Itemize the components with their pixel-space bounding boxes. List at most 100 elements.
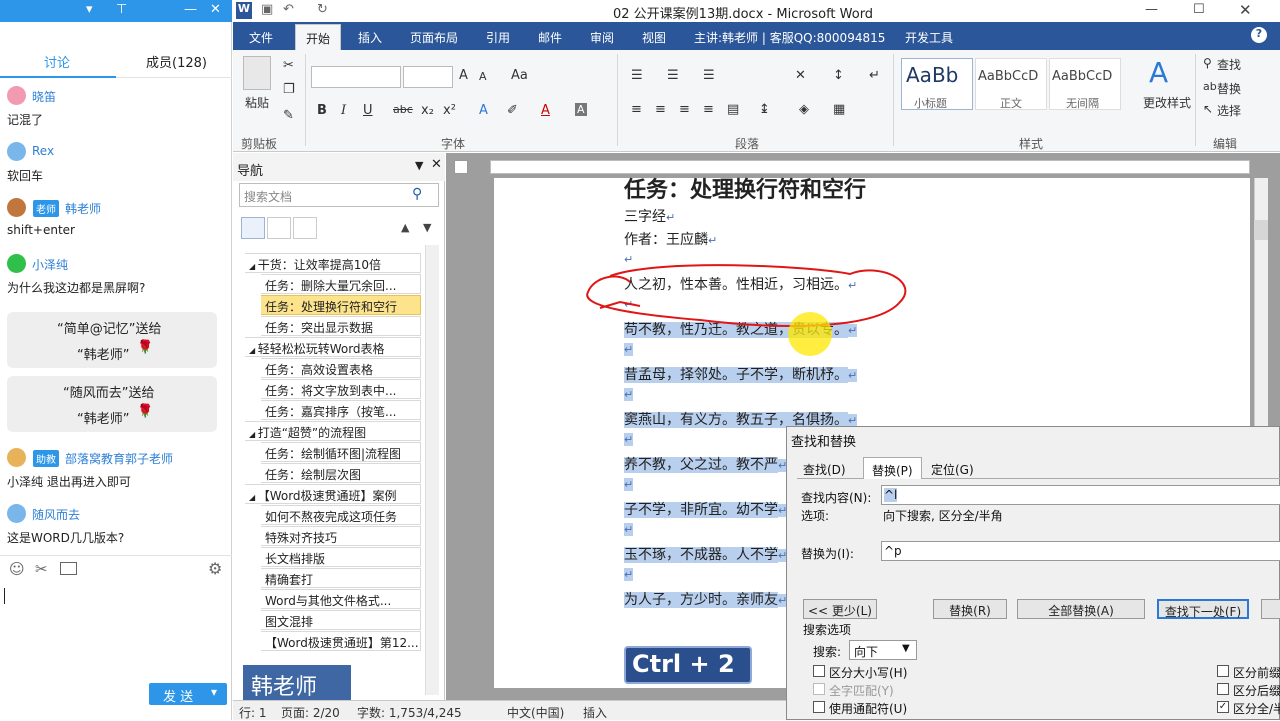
replace-icon[interactable]: ab [1203, 80, 1217, 93]
replace-with-input[interactable]: ^p [881, 541, 1280, 561]
nav-heading-item[interactable]: 任务：高效设置表格 [261, 358, 421, 378]
status-line[interactable]: 行: 1 [239, 704, 267, 721]
headings-view-icon[interactable] [241, 217, 265, 239]
font-color-icon[interactable]: A [541, 103, 550, 118]
font-name-select[interactable] [311, 66, 401, 88]
status-insert-mode[interactable]: 插入 [583, 704, 607, 721]
tab-insert[interactable]: 插入 [358, 29, 382, 46]
subscript-icon[interactable]: x₂ [421, 103, 434, 118]
chevron-down-icon[interactable]: ▾ [211, 685, 217, 699]
line-spacing-icon[interactable]: ↨ [759, 102, 770, 117]
nav-heading-item[interactable]: ◢ 【Word极速贯通班】案例 [245, 484, 421, 504]
replace-button[interactable]: 替换(R) [933, 599, 1007, 619]
bold-icon[interactable]: B [317, 103, 327, 118]
chinese-layout-icon[interactable]: ✕ [795, 68, 806, 83]
collapse-icon[interactable]: ▾ [86, 2, 93, 17]
copy-icon[interactable]: ❐ [283, 82, 295, 97]
borders-icon[interactable]: ▦ [833, 102, 845, 117]
emoji-icon[interactable]: ☺ [9, 560, 25, 578]
change-styles-icon[interactable]: A [1149, 56, 1168, 89]
nav-heading-item[interactable]: 任务：绘制循环图|流程图 [261, 442, 421, 462]
nav-heading-item[interactable]: 精确套打 [261, 568, 421, 588]
replace-all-button[interactable]: 全部替换(A) [1017, 599, 1145, 619]
pin-icon[interactable]: ⊤ [116, 2, 127, 17]
chevron-down-icon[interactable]: ▼ [902, 643, 910, 654]
status-wordcount[interactable]: 字数: 1,753/4,245 [357, 704, 462, 721]
underline-icon[interactable]: U [363, 103, 373, 118]
tab-view[interactable]: 视图 [642, 29, 666, 46]
nav-heading-item[interactable]: ◢ 打造“超赞”的流程图 [245, 421, 421, 441]
align-right-icon[interactable]: ≡ [679, 102, 690, 117]
nav-heading-item[interactable]: 如何不熬夜完成这项任务 [261, 505, 421, 525]
tab-members[interactable]: 成员(128) [146, 52, 207, 71]
change-case-icon[interactable]: Aa [511, 68, 528, 83]
highlight-icon[interactable]: ✐ [507, 103, 518, 118]
close-icon[interactable]: ✕ [1239, 1, 1252, 19]
tab-review[interactable]: 审阅 [590, 29, 614, 46]
style-normal[interactable]: AaBbCcD 正文 [975, 58, 1047, 110]
text-effects-icon[interactable]: A [479, 103, 488, 118]
tab-references[interactable]: 引用 [486, 29, 510, 46]
scissors-icon[interactable]: ✂ [35, 560, 48, 578]
nav-search-box[interactable]: 搜索文档 ⚲ [239, 183, 439, 207]
numbering-icon[interactable]: ☰ [667, 68, 679, 83]
chevron-down-icon[interactable]: ▼ [415, 159, 423, 172]
close-icon[interactable]: ✕ [431, 157, 442, 172]
results-view-icon[interactable] [293, 217, 317, 239]
tab-replace[interactable]: 替换(P) [863, 457, 922, 479]
nav-heading-item[interactable]: 长文档排版 [261, 547, 421, 567]
tab-goto[interactable]: 定位(G) [931, 461, 974, 478]
nav-heading-item[interactable]: 任务：处理换行符和空行 [261, 295, 421, 315]
collapse-triangle-icon[interactable]: ◢ [249, 346, 258, 355]
shading-icon[interactable]: ◈ [799, 102, 809, 117]
scroll-thumb[interactable] [1254, 220, 1268, 240]
sort-icon[interactable]: ↕ [833, 68, 844, 83]
pages-view-icon[interactable] [267, 217, 291, 239]
undo-icon[interactable]: ↶ [283, 2, 294, 17]
match-suffix-checkbox[interactable] [1217, 683, 1229, 695]
collapse-triangle-icon[interactable]: ◢ [249, 262, 258, 271]
search-input[interactable]: 搜索文档 [244, 188, 292, 205]
justify-icon[interactable]: ≡ [703, 102, 714, 117]
nav-heading-item[interactable]: 任务：嘉宾排序（按笔... [261, 400, 421, 420]
cancel-button[interactable] [1261, 599, 1280, 619]
nav-heading-item[interactable]: 任务：绘制层次图 [261, 463, 421, 483]
find-button[interactable]: 查找 [1217, 56, 1241, 73]
nav-heading-item[interactable]: 【Word极速贯通班】第12... [261, 631, 421, 651]
match-prefix-checkbox[interactable] [1217, 665, 1229, 677]
char-shading-icon[interactable]: A [575, 103, 587, 116]
nav-heading-item[interactable]: 特殊对齐技巧 [261, 526, 421, 546]
nav-heading-item[interactable]: 任务：删除大量冗余回... [261, 274, 421, 294]
collapse-triangle-icon[interactable]: ◢ [249, 493, 258, 502]
superscript-icon[interactable]: x² [443, 103, 456, 118]
show-marks-icon[interactable]: ↵ [869, 68, 880, 83]
italic-icon[interactable]: I [341, 103, 346, 118]
find-next-button[interactable]: 查找下一处(F) [1157, 599, 1249, 619]
minimize-icon[interactable]: — [184, 2, 197, 17]
distributed-icon[interactable]: ▤ [727, 102, 739, 117]
multilevel-icon[interactable]: ☰ [703, 68, 715, 83]
horizontal-ruler[interactable] [490, 160, 1250, 174]
whole-word-checkbox[interactable] [813, 683, 825, 695]
nav-heading-item[interactable]: ◢ 轻轻松松玩转Word表格 [245, 337, 421, 357]
strikethrough-icon[interactable]: abc [393, 103, 413, 116]
paste-icon[interactable] [243, 56, 271, 90]
style-no-spacing[interactable]: AaBbCcD 无间隔 [1049, 58, 1121, 110]
search-direction-select[interactable]: 向下 ▼ [849, 640, 917, 660]
match-case-checkbox[interactable] [813, 665, 825, 677]
status-language[interactable]: 中文(中国) [507, 704, 564, 721]
find-icon[interactable]: ⚲ [1203, 56, 1212, 70]
nav-heading-item[interactable]: 任务：将文字放到表中... [261, 379, 421, 399]
wildcards-checkbox[interactable] [813, 701, 825, 713]
help-icon[interactable]: ? [1251, 27, 1267, 43]
nav-heading-item[interactable]: 图文混排 [261, 610, 421, 630]
less-button[interactable]: << 更少(L) [803, 599, 877, 619]
nav-heading-item[interactable]: Word与其他文件格式... [261, 589, 421, 609]
tab-find[interactable]: 查找(D) [803, 461, 846, 478]
paste-label[interactable]: 粘贴 [245, 94, 269, 111]
send-button[interactable]: 发 送 ▾ [149, 683, 227, 705]
tab-presenter[interactable]: 主讲:韩老师 | 客服QQ:800094815 [694, 29, 885, 46]
nav-heading-item[interactable]: 任务：突出显示数据 [261, 316, 421, 336]
tab-stop-icon[interactable] [454, 160, 468, 174]
change-styles-label[interactable]: 更改样式 [1143, 94, 1191, 111]
